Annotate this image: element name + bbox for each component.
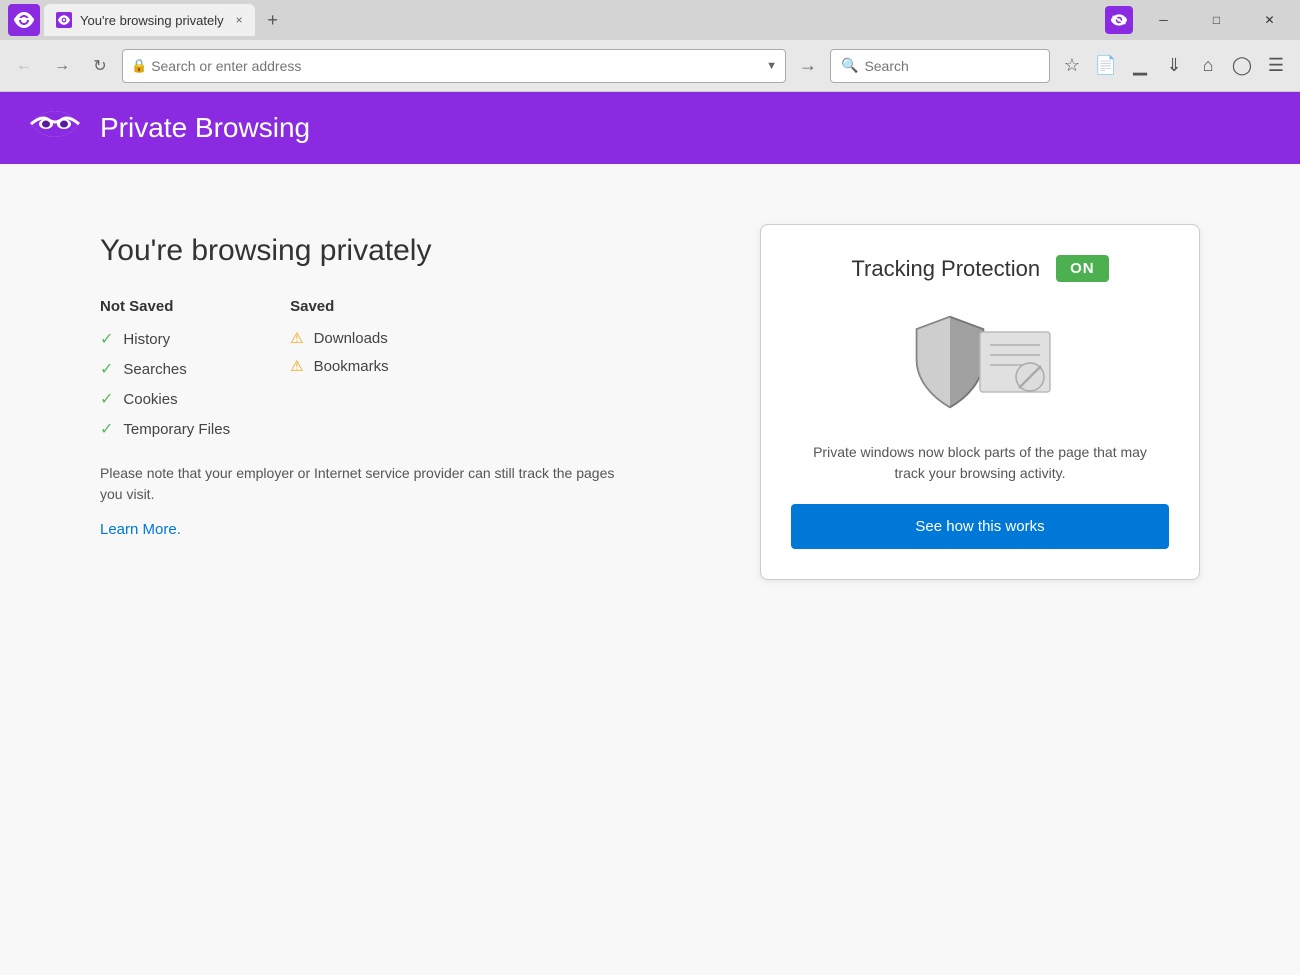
warning-icon: ⚠ xyxy=(290,329,303,347)
card-title: Tracking Protection xyxy=(851,256,1040,282)
lock-icon: 🔒 xyxy=(131,58,147,74)
minimize-button[interactable]: ─ xyxy=(1141,4,1186,36)
title-bar: You're browsing privately × + ─ □ ✕ xyxy=(0,0,1300,40)
see-how-button[interactable]: See how this works xyxy=(791,504,1169,549)
tab-title: You're browsing privately xyxy=(80,13,224,28)
forward-button[interactable]: → xyxy=(46,50,78,82)
private-browsing-header: Private Browsing xyxy=(0,92,1300,164)
check-icon: ✓ xyxy=(100,359,113,379)
learn-more-link[interactable]: Learn More. xyxy=(100,521,181,538)
search-input[interactable] xyxy=(864,58,1014,74)
check-icon: ✓ xyxy=(100,419,113,439)
menu-icon[interactable]: ☰ xyxy=(1260,50,1292,82)
item-downloads: Downloads xyxy=(314,330,388,347)
check-icon: ✓ xyxy=(100,389,113,409)
on-badge: ON xyxy=(1056,255,1109,282)
item-temp-files: Temporary Files xyxy=(123,421,230,438)
note-text: Please note that your employer or Intern… xyxy=(100,463,620,505)
saved-column: Saved ⚠ Downloads ⚠ Bookmarks xyxy=(290,298,388,439)
list-item: ✓ Temporary Files xyxy=(100,419,230,439)
check-icon: ✓ xyxy=(100,329,113,349)
not-saved-title: Not Saved xyxy=(100,298,230,315)
star-icon[interactable]: ☆ xyxy=(1056,50,1088,82)
close-tab-button[interactable]: × xyxy=(236,13,243,27)
card-description: Private windows now block parts of the p… xyxy=(810,442,1150,484)
private-mode-indicator xyxy=(1105,6,1133,34)
go-button[interactable]: → xyxy=(792,50,824,82)
title-bar-left: You're browsing privately × + xyxy=(8,4,287,36)
left-section: You're browsing privately Not Saved ✓ Hi… xyxy=(100,224,700,539)
chat-icon[interactable]: ◯ xyxy=(1226,50,1258,82)
columns: Not Saved ✓ History ✓ Searches ✓ Cookies xyxy=(100,298,700,439)
address-dropdown-icon[interactable]: ▼ xyxy=(766,60,777,72)
pocket-icon[interactable]: ▁ xyxy=(1124,50,1156,82)
saved-list: ⚠ Downloads ⚠ Bookmarks xyxy=(290,329,388,375)
list-item: ✓ Cookies xyxy=(100,389,230,409)
private-browsing-favicon xyxy=(8,4,40,36)
mask-logo-icon xyxy=(30,106,80,150)
card-header: Tracking Protection ON xyxy=(851,255,1108,282)
content-area: You're browsing privately Not Saved ✓ Hi… xyxy=(0,164,1300,975)
shield-illustration xyxy=(905,312,1055,412)
item-searches: Searches xyxy=(123,361,186,378)
item-history: History xyxy=(123,331,170,348)
reading-list-icon[interactable]: 📄 xyxy=(1090,50,1122,82)
main-heading: You're browsing privately xyxy=(100,234,700,268)
list-item: ⚠ Bookmarks xyxy=(290,357,388,375)
address-input[interactable] xyxy=(151,58,762,74)
list-item: ✓ Searches xyxy=(100,359,230,379)
download-icon[interactable]: ⇓ xyxy=(1158,50,1190,82)
list-item: ✓ History xyxy=(100,329,230,349)
address-bar-container: 🔒 ▼ xyxy=(122,49,786,83)
back-button[interactable]: ← xyxy=(8,50,40,82)
tab-favicon xyxy=(56,12,72,28)
new-tab-button[interactable]: + xyxy=(259,6,287,34)
saved-title: Saved xyxy=(290,298,388,315)
not-saved-column: Not Saved ✓ History ✓ Searches ✓ Cookies xyxy=(100,298,230,439)
close-window-button[interactable]: ✕ xyxy=(1247,4,1292,36)
list-item: ⚠ Downloads xyxy=(290,329,388,347)
maximize-button[interactable]: □ xyxy=(1194,4,1239,36)
reload-button[interactable]: ↻ xyxy=(84,50,116,82)
tracking-protection-card: Tracking Protection ON xyxy=(760,224,1200,580)
home-icon[interactable]: ⌂ xyxy=(1192,50,1224,82)
title-bar-controls: ─ □ ✕ xyxy=(1105,4,1292,36)
nav-bar: ← → ↻ 🔒 ▼ → 🔍 ☆ 📄 ▁ ⇓ ⌂ ◯ ☰ xyxy=(0,40,1300,92)
search-bar-container: 🔍 xyxy=(830,49,1050,83)
private-browsing-title: Private Browsing xyxy=(100,112,310,144)
item-cookies: Cookies xyxy=(123,391,177,408)
search-icon: 🔍 xyxy=(841,57,858,74)
toolbar-icons: ☆ 📄 ▁ ⇓ ⌂ ◯ ☰ xyxy=(1056,50,1292,82)
item-bookmarks: Bookmarks xyxy=(314,358,389,375)
not-saved-list: ✓ History ✓ Searches ✓ Cookies ✓ Tempora… xyxy=(100,329,230,439)
warning-icon: ⚠ xyxy=(290,357,303,375)
active-tab[interactable]: You're browsing privately × xyxy=(44,4,255,36)
